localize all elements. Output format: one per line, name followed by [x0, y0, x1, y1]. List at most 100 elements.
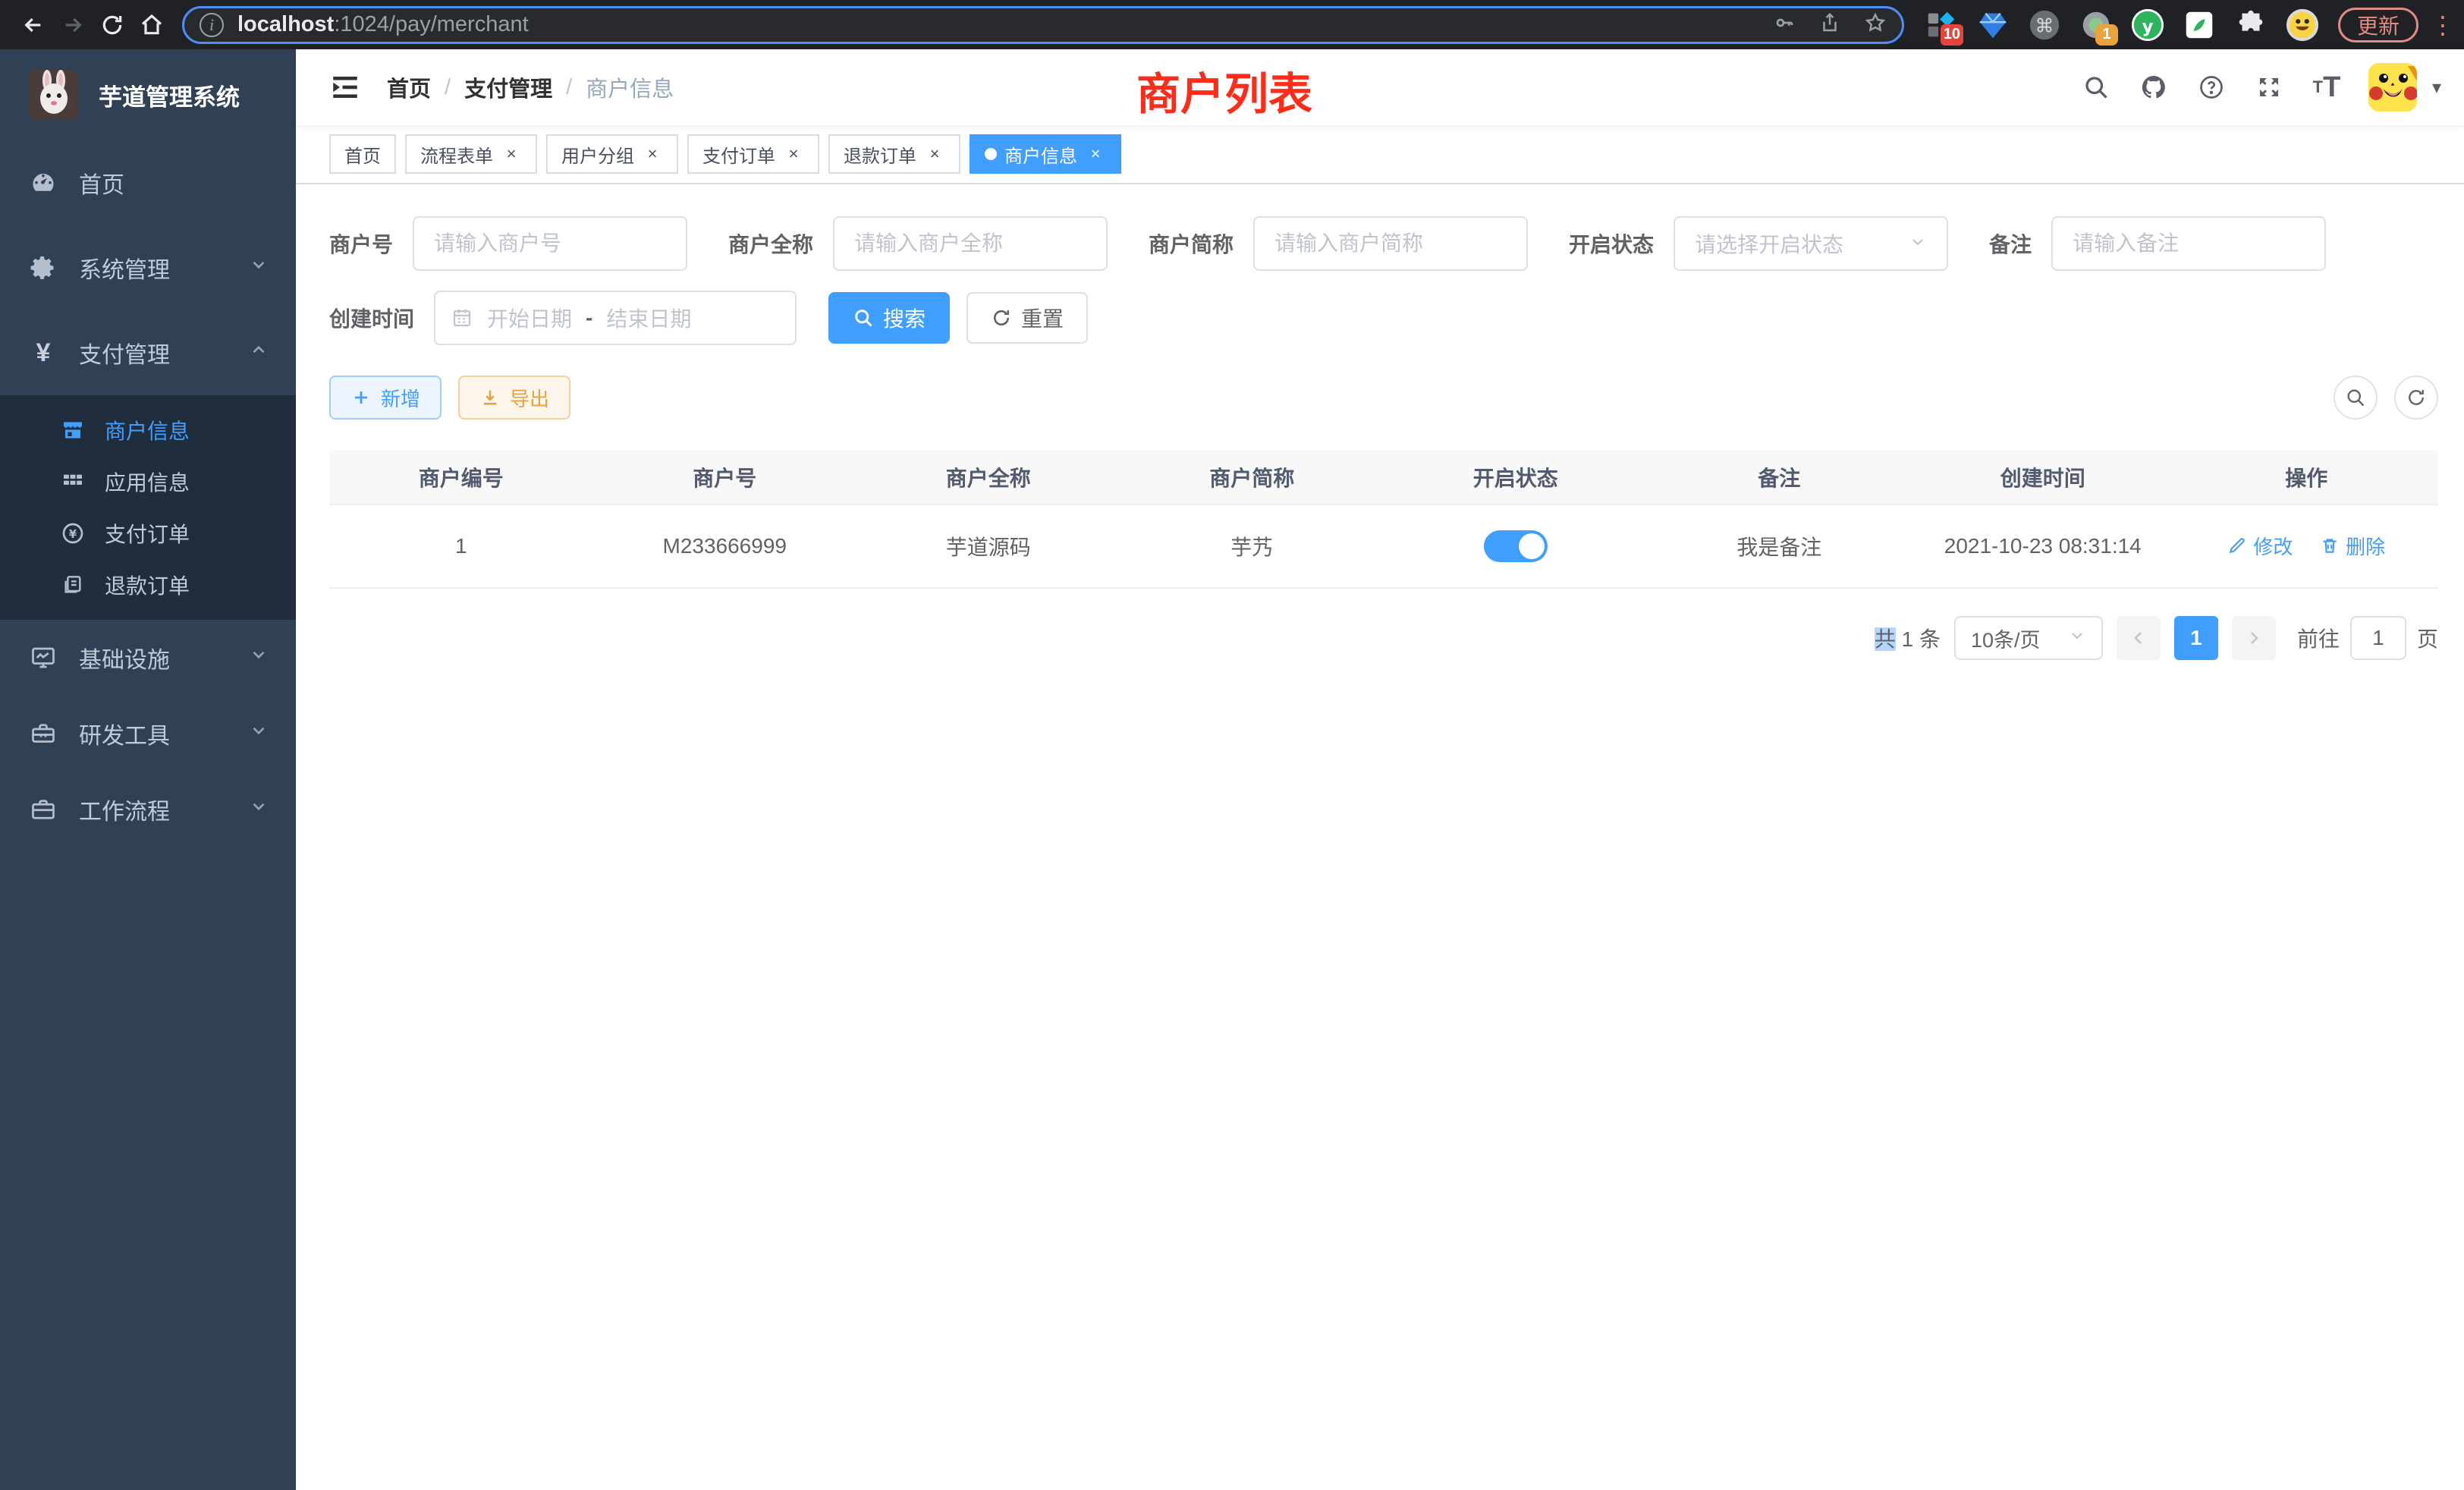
header-search-icon[interactable]	[2080, 71, 2112, 103]
chevron-down-icon	[249, 255, 269, 281]
user-avatar[interactable]	[2368, 63, 2417, 112]
page-info-icon[interactable]: i	[200, 13, 224, 37]
github-icon[interactable]	[2138, 71, 2170, 103]
edit-link[interactable]: 修改	[2227, 532, 2293, 560]
extension-badge: 10	[1941, 24, 1963, 46]
main-area: 商户列表 首页 / 支付管理 / 商户信息	[296, 49, 2464, 1490]
payment-submenu: 商户信息 应用信息 ¥ 支付订单	[0, 395, 296, 620]
avatar-caret-icon[interactable]: ▾	[2432, 77, 2441, 99]
extension-icon-2[interactable]	[1975, 8, 2010, 42]
top-navbar: 首页 / 支付管理 / 商户信息	[296, 49, 2464, 125]
tab-pay-order[interactable]: 支付订单×	[687, 134, 819, 174]
close-icon[interactable]: ×	[924, 143, 945, 165]
sidebar-item-workflow[interactable]: 工作流程	[0, 772, 296, 847]
create-time-range-picker[interactable]: 开始日期 - 结束日期	[434, 291, 797, 345]
chrome-update-button[interactable]: 更新	[2338, 8, 2418, 42]
tab-home[interactable]: 首页	[329, 134, 396, 174]
sidebar-item-system[interactable]: 系统管理	[0, 225, 296, 310]
search-icon	[853, 307, 874, 328]
sidebar-item-app-info[interactable]: 应用信息	[0, 456, 296, 508]
search-button[interactable]: 搜索	[828, 292, 950, 344]
briefcase-icon	[27, 796, 59, 823]
close-icon[interactable]: ×	[1085, 143, 1106, 165]
sidebar-item-merchant-info[interactable]: 商户信息	[0, 404, 296, 456]
sidebar-item-label: 应用信息	[105, 467, 190, 497]
tab-process-form[interactable]: 流程表单×	[405, 134, 537, 174]
remark-input[interactable]	[2051, 216, 2326, 271]
column-header: 创建时间	[1911, 450, 2175, 505]
short-name-input[interactable]	[1253, 216, 1528, 271]
end-date-placeholder: 结束日期	[606, 303, 691, 333]
calendar-icon	[451, 306, 473, 329]
extension-icon-3[interactable]: ⌘	[2027, 8, 2062, 42]
delete-link[interactable]: 删除	[2320, 532, 2385, 560]
cell-create-time: 2021-10-23 08:31:14	[1911, 505, 2175, 588]
reload-icon[interactable]	[93, 5, 132, 45]
breadcrumb-home[interactable]: 首页	[387, 71, 431, 103]
extension-icon-6[interactable]	[2182, 8, 2217, 42]
full-name-label: 商户全称	[728, 228, 813, 259]
close-icon[interactable]: ×	[642, 143, 663, 165]
sidebar-item-label: 支付管理	[79, 336, 249, 369]
forward-icon[interactable]	[53, 5, 93, 45]
sidebar-item-home[interactable]: 首页	[0, 140, 296, 225]
extension-icon-5[interactable]: y	[2130, 8, 2165, 42]
cell-remark: 我是备注	[1648, 505, 1912, 588]
fullscreen-icon[interactable]	[2253, 71, 2285, 103]
column-header: 商户号	[593, 450, 857, 505]
page-size-select[interactable]: 10条/页	[1954, 616, 2103, 660]
chevron-down-icon	[2068, 626, 2086, 650]
export-button[interactable]: 导出	[458, 376, 570, 420]
extension-icon-1[interactable]: 10	[1924, 8, 1959, 42]
sidebar-item-label: 工作流程	[79, 793, 249, 826]
breadcrumb-payment[interactable]: 支付管理	[464, 71, 552, 103]
full-name-input[interactable]	[833, 216, 1108, 271]
browser-menu-icon[interactable]: ⋮	[2431, 11, 2455, 39]
share-icon[interactable]	[1818, 11, 1841, 38]
create-time-label: 创建时间	[329, 303, 414, 333]
sidebar-item-payment[interactable]: ¥ 支付管理	[0, 310, 296, 395]
extension-icon-4[interactable]: 1	[2079, 8, 2114, 42]
sidebar-collapse-icon[interactable]	[329, 71, 361, 103]
home-icon[interactable]	[132, 5, 171, 45]
sidebar-item-refund-order[interactable]: 退款订单	[0, 559, 296, 611]
back-icon[interactable]	[14, 5, 53, 45]
tab-merchant-info[interactable]: 商户信息×	[970, 134, 1121, 174]
next-page-icon[interactable]	[2232, 616, 2276, 660]
add-button[interactable]: 新增	[329, 376, 442, 420]
address-bar[interactable]: i localhost:1024/pay/merchant	[182, 6, 1904, 44]
extensions-puzzle-icon[interactable]	[2233, 8, 2268, 42]
sidebar-item-infrastructure[interactable]: 基础设施	[0, 620, 296, 696]
font-size-icon[interactable]: TT	[2311, 71, 2343, 103]
merchant-no-input[interactable]	[413, 216, 687, 271]
svg-text:y: y	[2142, 17, 2154, 36]
close-icon[interactable]: ×	[783, 143, 804, 165]
breadcrumb: 首页 / 支付管理 / 商户信息	[387, 71, 674, 103]
page-number-1[interactable]: 1	[2174, 616, 2218, 660]
goto-page-input[interactable]	[2350, 616, 2406, 660]
refresh-table-icon[interactable]	[2394, 376, 2438, 420]
close-icon[interactable]: ×	[501, 143, 522, 165]
reset-button[interactable]: 重置	[966, 292, 1088, 344]
password-key-icon[interactable]	[1773, 11, 1796, 38]
chevron-up-icon	[249, 340, 269, 366]
status-select[interactable]: 请选择开启状态	[1674, 216, 1948, 271]
browser-profile-avatar[interactable]	[2285, 8, 2320, 42]
tab-refund-order[interactable]: 退款订单×	[828, 134, 960, 174]
url-text: localhost:1024/pay/merchant	[237, 12, 1773, 37]
monitor-icon	[27, 644, 59, 671]
cell-full-name: 芋道源码	[856, 505, 1120, 588]
bookmark-star-icon[interactable]	[1864, 11, 1887, 38]
app-logo-row[interactable]: 芋道管理系统	[0, 49, 296, 140]
sidebar-item-dev-tools[interactable]: 研发工具	[0, 696, 296, 772]
status-toggle[interactable]	[1484, 530, 1548, 562]
sidebar-item-pay-order[interactable]: ¥ 支付订单	[0, 508, 296, 559]
chevron-down-icon	[249, 645, 269, 671]
toggle-search-icon[interactable]	[2334, 376, 2378, 420]
table-row: 1 M233666999 芋道源码 芋艿 我是备注 2021-10-23 08:…	[329, 505, 2438, 588]
help-icon[interactable]	[2195, 71, 2227, 103]
tab-user-group[interactable]: 用户分组×	[546, 134, 678, 174]
screen: i localhost:1024/pay/merchant 10	[0, 0, 2464, 1490]
sidebar-item-label: 商户信息	[105, 415, 190, 445]
prev-page-icon[interactable]	[2117, 616, 2161, 660]
